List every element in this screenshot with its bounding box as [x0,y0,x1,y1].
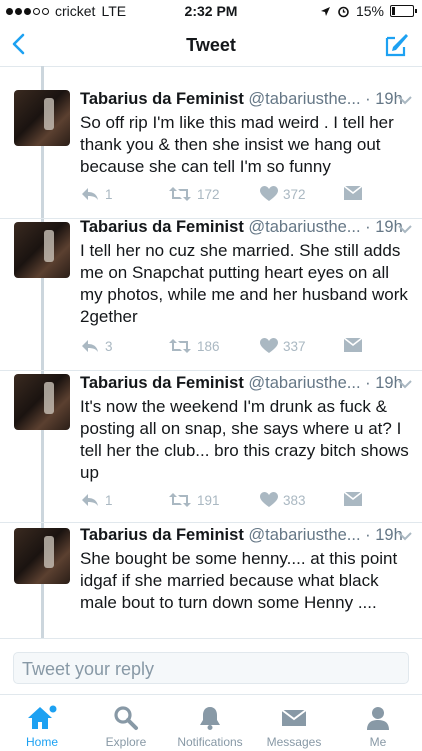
like-button[interactable]: 383 [260,492,306,508]
tweet-actions: 3 186 337 [80,338,380,358]
author-handle[interactable]: @tabariusthe... [248,90,360,108]
envelope-icon [344,186,362,200]
retweet-icon [169,187,191,201]
reply-icon [82,494,98,506]
author-name[interactable]: Tabarius da Feminist [80,218,244,236]
tweet-header: Tabarius da Feminist @tabariusthe... · 1… [80,526,403,545]
tab-label: Explore [105,735,147,749]
tweet-header: Tabarius da Feminist @tabariusthe... · 1… [80,218,403,237]
home-icon [28,705,57,729]
tweet[interactable]: Tabarius da Feminist @tabariusthe... · 1… [0,66,422,219]
retweet-count: 186 [197,338,220,354]
tab-label: Home [25,735,58,749]
tweet-text: I tell her no cuz she married. She still… [80,241,408,326]
retweet-icon [169,493,191,507]
alarm-icon [338,6,349,17]
person-icon [367,707,389,730]
tweet-actions: 1 172 372 [80,186,380,206]
author-name[interactable]: Tabarius da Feminist [80,90,244,108]
author-handle[interactable]: @tabariusthe... [248,218,360,236]
bell-icon [200,707,220,730]
tweet-actions: 1 191 383 [80,492,380,512]
tab-home[interactable]: Home [0,695,84,751]
chevron-down-icon[interactable] [398,95,412,105]
reply-icon [82,340,98,352]
reply-button[interactable]: 1 [80,492,113,508]
author-name[interactable]: Tabarius da Feminist [80,526,244,544]
chevron-down-icon[interactable] [398,224,412,234]
direct-message-button[interactable] [344,338,362,352]
tab-notifications[interactable]: Notifications [168,695,252,751]
status-right: 15% [320,3,417,19]
chevron-down-icon[interactable] [398,531,412,541]
tweet-header: Tabarius da Feminist @tabariusthe... · 1… [80,374,403,393]
heart-icon [260,492,278,507]
avatar[interactable] [14,222,70,278]
tweet[interactable]: Tabarius da Feminist @tabariusthe... · 1… [0,218,422,371]
reply-bar: Tweet your reply [0,638,422,695]
chevron-down-icon[interactable] [398,379,412,389]
battery-percent: 15% [355,3,384,19]
heart-icon [260,338,278,353]
reply-icon [82,188,98,200]
tab-explore[interactable]: Explore [84,695,168,751]
status-bar: cricket LTE 2:32 PM 15% [0,0,422,22]
author-handle[interactable]: @tabariusthe... [248,374,360,392]
tweet[interactable]: Tabarius da Feminist @tabariusthe... · 1… [0,370,422,523]
tab-label: Messages [266,735,322,749]
retweet-button[interactable]: 186 [168,338,220,354]
tweet-text: It's now the weekend I'm drunk as fuck &… [80,397,409,482]
reply-button[interactable]: 3 [80,338,113,354]
like-button[interactable]: 337 [260,338,306,354]
tweet-text: So off rip I'm like this mad weird . I t… [80,113,394,176]
reply-input[interactable]: Tweet your reply [13,652,409,684]
page-title: Tweet [186,35,236,55]
like-count: 337 [283,338,306,354]
like-button[interactable]: 372 [260,186,306,202]
tab-messages[interactable]: Messages [252,695,336,751]
location-arrow-icon [320,6,330,16]
nav-bar: Tweet [0,22,422,67]
avatar[interactable] [14,374,70,430]
like-count: 383 [283,492,306,508]
tab-label: Me [369,735,387,749]
avatar[interactable] [14,528,70,584]
tweet-header: Tabarius da Feminist @tabariusthe... · 1… [80,90,403,109]
avatar[interactable] [14,90,70,146]
tweet[interactable]: Tabarius da Feminist @tabariusthe... · 1… [0,522,422,638]
retweet-icon [169,339,191,353]
author-handle[interactable]: @tabariusthe... [248,526,360,544]
reply-count: 1 [105,186,113,202]
reply-count: 1 [105,492,113,508]
battery-icon [390,5,417,17]
compose-tweet-icon[interactable] [384,32,410,58]
direct-message-button[interactable] [344,186,362,200]
retweet-button[interactable]: 191 [168,492,220,508]
author-name[interactable]: Tabarius da Feminist [80,374,244,392]
search-icon [114,706,138,730]
reply-button[interactable]: 1 [80,186,113,202]
envelope-icon [344,492,362,506]
retweet-count: 191 [197,492,220,508]
tab-me[interactable]: Me [336,695,420,751]
tab-label: Notifications [177,735,243,749]
reply-count: 3 [105,338,113,354]
envelope-icon [344,338,362,352]
tweet-text: She bought be some henny.... at this poi… [80,549,398,612]
like-count: 372 [283,186,306,202]
heart-icon [260,186,278,201]
tab-bar: Home Explore Notifications Messages Me [0,694,422,751]
envelope-icon [281,709,307,726]
retweet-count: 172 [197,186,220,202]
retweet-button[interactable]: 172 [168,186,220,202]
direct-message-button[interactable] [344,492,362,506]
